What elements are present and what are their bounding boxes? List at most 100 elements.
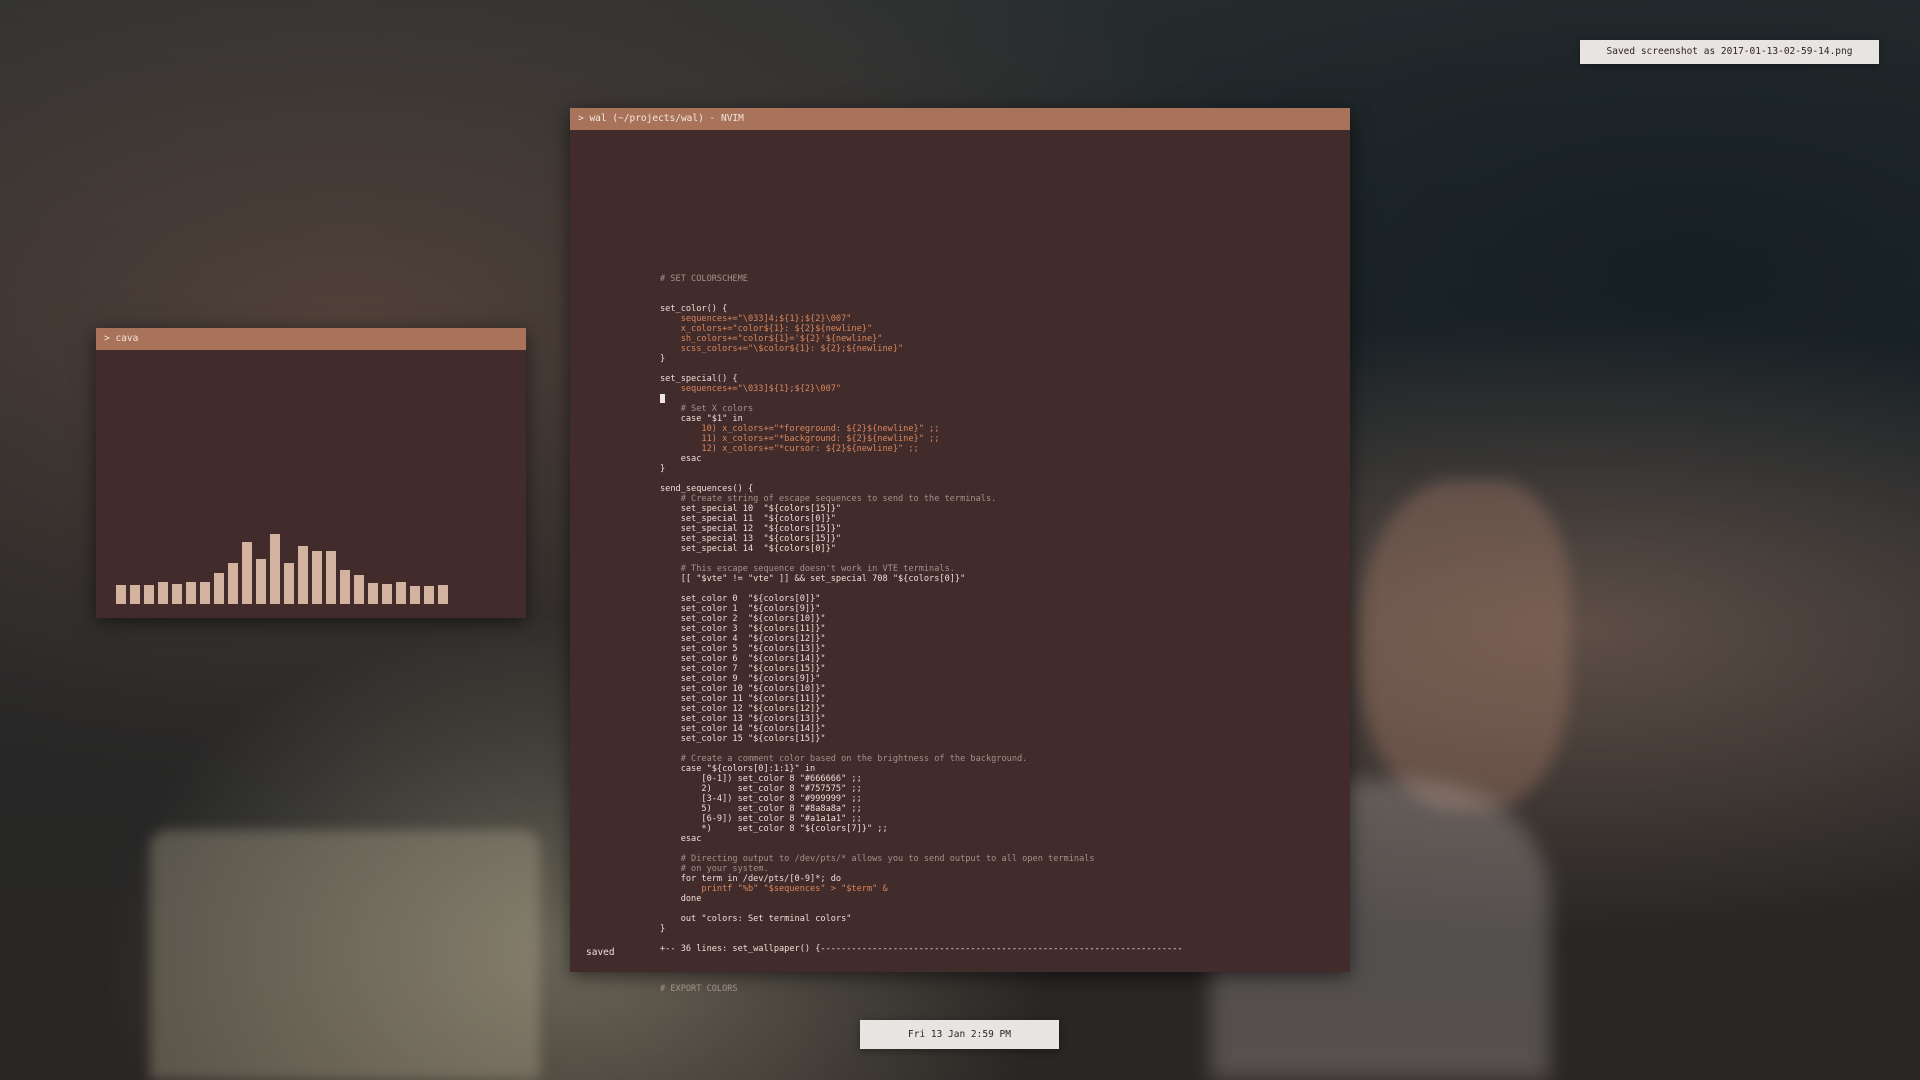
code-line: *) set_color 8 "${colors[7]}" ;; — [660, 824, 888, 834]
code-line: [0-1]) set_color 8 "#666666" ;; — [660, 774, 862, 784]
cava-bar — [298, 546, 308, 604]
code-line: } — [660, 924, 666, 934]
clock-widget: Fri 13 Jan 2:59 PM — [860, 1020, 1059, 1049]
cava-bar — [438, 585, 448, 604]
nvim-title: > wal (~/projects/wal) - NVIM — [578, 113, 744, 124]
code-line: send_sequences() { — [660, 484, 754, 494]
nvim-titlebar[interactable]: > wal (~/projects/wal) - NVIM — [570, 108, 1350, 130]
wallpaper-hand-shape — [1360, 480, 1570, 810]
wallpaper-monitor-shape — [150, 830, 540, 1080]
cava-bar — [312, 551, 322, 604]
code-line: 10) x_colors+="*foreground: ${2}${newlin… — [660, 424, 940, 434]
cava-window[interactable]: > cava — [96, 328, 526, 618]
code-line: set_color 5 "${colors[13]}" — [660, 644, 826, 654]
cava-bar — [172, 584, 182, 604]
code-line: +-- 36 lines: set_wallpaper() {---------… — [660, 944, 1183, 954]
cava-bar — [186, 582, 196, 604]
code-line: [[ "$vte" != "vte" ]] && set_special 708… — [660, 574, 966, 584]
code-line: for term in /dev/pts/[0-9]*; do — [660, 874, 842, 884]
code-line: # Directing output to /dev/pts/* allows … — [660, 854, 1095, 864]
code-line: printf "%b" "$sequences" > "$term" & — [660, 884, 888, 894]
code-line: sequences+="\033]4;${1};${2}\007" — [660, 314, 852, 324]
cava-bar — [396, 582, 406, 604]
nvim-window[interactable]: > wal (~/projects/wal) - NVIM # SET COLO… — [570, 108, 1350, 994]
code-line: } — [660, 464, 666, 474]
code-line: 11) x_colors+="*background: ${2}${newlin… — [660, 434, 940, 444]
code-line: set_color 9 "${colors[9]}" — [660, 674, 821, 684]
code-line: set_color 0 "${colors[0]}" — [660, 594, 821, 604]
code-line: # Set X colors — [660, 404, 754, 414]
code-line: # Create a comment color based on the br… — [660, 754, 1028, 764]
code-line: # SET COLORSCHEME — [660, 274, 748, 284]
cava-bar — [368, 583, 378, 604]
code-line: } — [660, 354, 666, 364]
cava-bar — [284, 563, 294, 604]
code-line: scss_colors+="\$color${1}: ${2};${newlin… — [660, 344, 904, 354]
screenshot-notification: Saved screenshot as 2017-01-13-02-59-14.… — [1580, 40, 1879, 64]
cava-bar — [354, 575, 364, 604]
clock-text: Fri 13 Jan 2:59 PM — [908, 1029, 1011, 1040]
cava-bar — [382, 584, 392, 604]
code-line: # EXPORT COLORS — [660, 984, 738, 994]
cava-bar — [200, 582, 210, 604]
cava-bar — [130, 585, 140, 604]
code-line: sh_colors+="color${1}='${2}'${newline}" — [660, 334, 883, 344]
cava-bar — [214, 573, 224, 604]
code-line: set_special 10 "${colors[15]}" — [660, 504, 842, 514]
cava-bar — [256, 559, 266, 604]
cava-title: > cava — [104, 333, 139, 344]
code-line: # on your system. — [660, 864, 769, 874]
code-line: set_color() { — [660, 304, 728, 314]
code-line: set_color 13 "${colors[13]}" — [660, 714, 826, 724]
code-line: # This escape sequence doesn't work in V… — [660, 564, 955, 574]
code-editor[interactable]: # SET COLORSCHEME set_color() { sequences… — [660, 204, 1330, 994]
cava-titlebar[interactable]: > cava — [96, 328, 526, 350]
cava-bar — [340, 570, 350, 604]
code-line: set_color 3 "${colors[11]}" — [660, 624, 826, 634]
cava-bar — [144, 585, 154, 604]
code-line: set_special 14 "${colors[0]}" — [660, 544, 836, 554]
code-line: done — [660, 894, 702, 904]
code-line: case "$1" in — [660, 414, 743, 424]
code-line — [660, 394, 1330, 404]
code-line: set_color 12 "${colors[12]}" — [660, 704, 826, 714]
cava-bar — [270, 534, 280, 604]
code-line: esac — [660, 454, 702, 464]
notification-text: Saved screenshot as 2017-01-13-02-59-14.… — [1606, 46, 1853, 57]
cava-bar — [228, 563, 238, 604]
code-line: set_color 14 "${colors[14]}" — [660, 724, 826, 734]
code-line: set_special 12 "${colors[15]}" — [660, 524, 842, 534]
code-line: 5) set_color 8 "#8a8a8a" ;; — [660, 804, 862, 814]
code-line: set_color 4 "${colors[12]}" — [660, 634, 826, 644]
code-line: esac — [660, 834, 702, 844]
code-line: out "colors: Set terminal colors" — [660, 914, 852, 924]
cava-bar — [116, 585, 126, 604]
cava-bar — [326, 551, 336, 604]
code-line: set_color 6 "${colors[14]}" — [660, 654, 826, 664]
code-line: 12) x_colors+="*cursor: ${2}${newline}" … — [660, 444, 919, 454]
code-line: x_colors+="color${1}: ${2}${newline}" — [660, 324, 873, 334]
cava-bar — [410, 586, 420, 604]
cava-bar — [424, 586, 434, 604]
cursor-block — [660, 394, 665, 403]
code-line: set_special 11 "${colors[0]}" — [660, 514, 836, 524]
code-line: set_color 10 "${colors[10]}" — [660, 684, 826, 694]
code-line: case "${colors[0]:1:1}" in — [660, 764, 816, 774]
code-line: [3-4]) set_color 8 "#999999" ;; — [660, 794, 862, 804]
